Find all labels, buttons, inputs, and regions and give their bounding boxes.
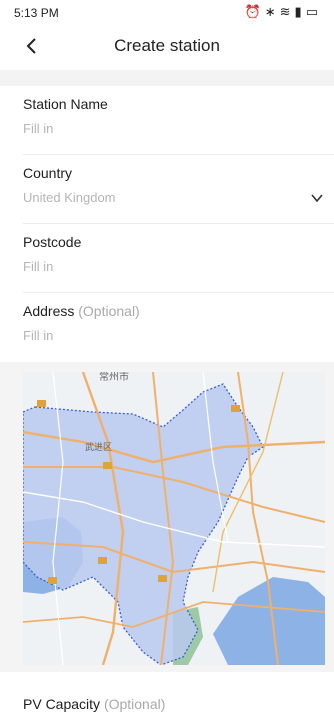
wifi-icon: ≋ [279,4,291,19]
station-form: Station Name Fill in Country United King… [0,86,334,362]
alarm-icon: ⏰ [244,4,261,19]
road-marker [98,557,107,564]
station-name-label: Station Name [23,96,108,112]
road-marker [158,575,167,582]
country-select[interactable]: United Kingdom [23,190,116,205]
pv-capacity-label: PV Capacity (Optional) [23,696,165,712]
location-map[interactable]: 常州市 武进区 [23,372,325,665]
road-marker [231,405,240,412]
status-bar: 5:13 PM ⏰ ∗ ≋ ▮ ▭ [0,0,334,24]
page-title: Create station [114,36,220,55]
bluetooth-icon: ∗ [264,4,276,19]
postcode-input[interactable]: Fill in [23,259,53,274]
pv-capacity-label-text: PV Capacity [23,696,101,712]
station-name-input[interactable]: Fill in [23,121,53,136]
chevron-down-icon[interactable] [310,191,324,205]
pv-capacity-field[interactable]: PV Capacity (Optional) [0,672,334,722]
map-label-city: 常州市 [99,372,129,383]
postcode-field[interactable]: Postcode Fill in [23,224,334,293]
address-optional-text: (Optional) [78,303,140,319]
navigation-bar: Create station [0,24,334,70]
address-input[interactable]: Fill in [23,328,53,343]
road-marker [103,462,112,469]
address-label: Address (Optional) [23,303,140,319]
postcode-label: Postcode [23,234,82,250]
country-label: Country [23,165,73,181]
pv-capacity-optional-text: (Optional) [103,696,166,712]
country-field[interactable]: Country United Kingdom [23,155,334,224]
status-icons: ⏰ ∗ ≋ ▮ ▭ [245,4,318,20]
address-field[interactable]: Address (Optional) Fill in [23,293,334,362]
status-time: 5:13 PM [14,6,59,20]
section-divider [0,70,334,86]
station-name-field[interactable]: Station Name Fill in [23,86,334,155]
address-label-text: Address [23,303,75,319]
battery-icon: ▭ [305,4,318,19]
road-marker [48,577,57,584]
road-marker [37,400,46,407]
map-section: 常州市 武进区 [0,362,334,672]
signal-icon: ▮ [294,4,302,19]
map-label-district: 武进区 [85,441,112,453]
